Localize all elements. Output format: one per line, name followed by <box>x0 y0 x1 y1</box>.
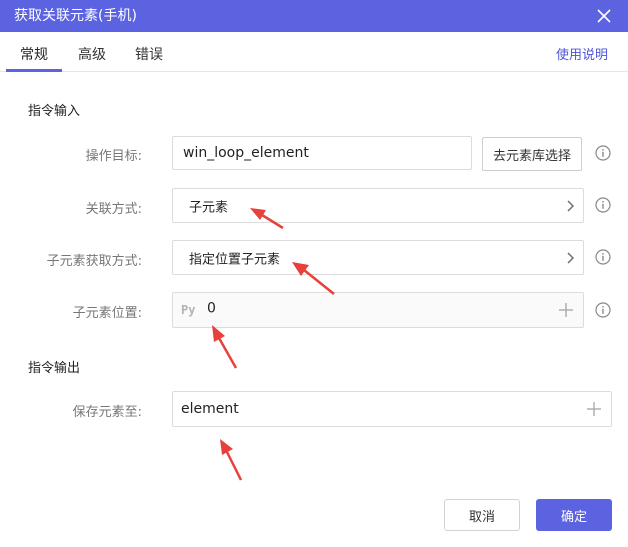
info-icon[interactable] <box>595 249 611 265</box>
child-method-select[interactable]: 指定位置子元素 <box>172 240 584 275</box>
dialog-title: 获取关联元素(手机) <box>14 8 137 24</box>
child-method-label: 子元素获取方式: <box>46 254 142 269</box>
relation-select[interactable]: 子元素 <box>172 188 584 223</box>
tab-bar: 常规 高级 错误 使用说明 <box>0 32 628 72</box>
chevron-right-icon <box>567 252 574 263</box>
annotation-arrow <box>212 325 238 369</box>
child-position-label: 子元素位置: <box>72 306 142 321</box>
output-section-title: 指令输出 <box>28 361 81 376</box>
chevron-right-icon <box>567 200 574 211</box>
save-to-input[interactable]: element <box>172 391 612 427</box>
info-icon[interactable] <box>595 302 611 318</box>
close-button[interactable] <box>592 4 616 28</box>
annotation-arrow <box>220 439 243 481</box>
target-input[interactable]: win_loop_element <box>172 136 472 170</box>
relation-value: 子元素 <box>189 200 229 215</box>
info-icon[interactable] <box>595 145 611 161</box>
relation-label: 关联方式: <box>85 202 142 217</box>
info-icon[interactable] <box>595 197 611 213</box>
help-link[interactable]: 使用说明 <box>556 44 608 63</box>
tab-general[interactable]: 常规 <box>20 44 48 64</box>
python-expression-icon: Py <box>181 303 196 317</box>
child-position-value: 0 <box>207 300 216 317</box>
child-method-value: 指定位置子元素 <box>189 252 281 267</box>
save-to-label: 保存元素至: <box>72 405 142 420</box>
input-section-title: 指令输入 <box>28 104 81 119</box>
close-icon <box>597 9 611 23</box>
plus-icon[interactable] <box>559 303 573 317</box>
active-tab-indicator <box>6 69 62 72</box>
save-to-value: element <box>181 401 239 417</box>
tab-error[interactable]: 错误 <box>135 44 163 64</box>
tab-advanced[interactable]: 高级 <box>78 44 106 64</box>
dialog-title-bar: 获取关联元素(手机) <box>0 0 628 32</box>
child-position-input[interactable]: Py 0 <box>172 292 584 328</box>
target-label: 操作目标: <box>85 149 142 164</box>
plus-icon[interactable] <box>587 402 601 416</box>
cancel-button[interactable]: 取消 <box>444 499 520 531</box>
ok-button[interactable]: 确定 <box>536 499 612 531</box>
target-value: win_loop_element <box>183 145 309 161</box>
element-library-button[interactable]: 去元素库选择 <box>482 137 582 171</box>
